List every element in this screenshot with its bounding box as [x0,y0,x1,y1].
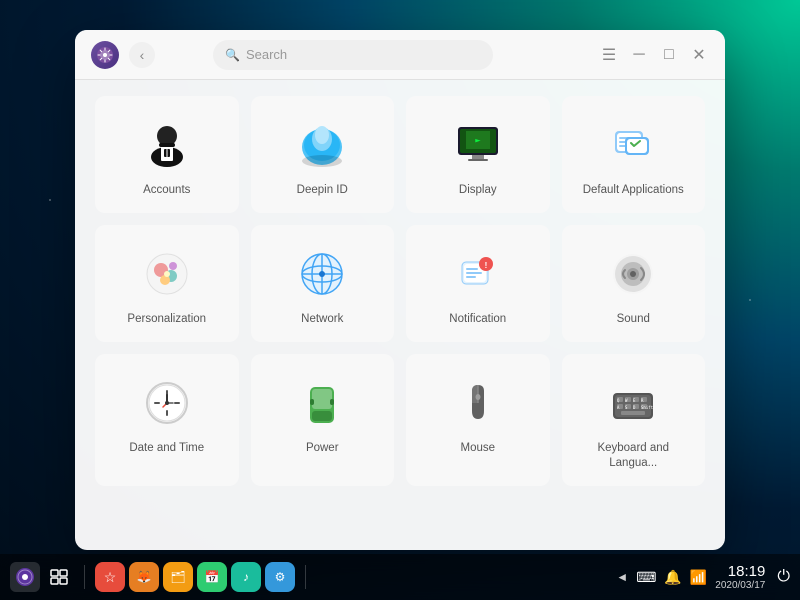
taskbar-app-4[interactable]: 📅 [197,562,227,592]
close-button[interactable]: ✕ [689,45,709,65]
network-label: Network [301,312,343,327]
svg-text:Shift: Shift [641,405,654,410]
taskbar-kbd-btn[interactable]: ⌨ [636,569,656,586]
mouse-label: Mouse [460,441,495,456]
power-btn[interactable]: ⏻ [777,568,790,586]
settings-item-deepin-id[interactable]: Deepin ID [251,96,395,213]
personalization-label: Personalization [127,312,206,327]
svg-text:!: ! [484,261,487,270]
default-apps-label: Default Applications [583,183,684,198]
settings-item-personalization[interactable]: Personalization [95,225,239,342]
date-time-label: Date and Time [129,441,204,456]
maximize-button[interactable]: □ [659,45,679,65]
system-clock: 18:19 2020/03/17 [715,563,765,591]
settings-window: ‹ 🔍 ☰ ─ □ ✕ [75,30,725,550]
date-time-icon [139,375,195,431]
menu-button[interactable]: ☰ [599,45,619,65]
taskbar-system-tray: ◄ ⌨ 🔔 📶 18:19 2020/03/17 ⏻ [616,563,790,591]
keyboard-icon: Q W E R A S D Shift [605,375,661,431]
back-button[interactable]: ‹ [129,42,155,68]
taskbar-network-btn[interactable]: 📶 [690,569,707,586]
settings-item-keyboard[interactable]: Q W E R A S D Shift Keyboard and Langua.… [562,354,706,486]
default-apps-icon [605,117,661,173]
settings-item-power[interactable]: Power [251,354,395,486]
taskbar-multitask[interactable] [44,562,74,592]
taskbar-app-1[interactable]: ☆ [95,562,125,592]
taskbar-notify-btn[interactable]: 🔔 [664,569,681,586]
settings-item-display[interactable]: ► Display [406,96,550,213]
taskbar-divider-1 [84,565,85,589]
deepin-id-icon [294,117,350,173]
titlebar: ‹ 🔍 ☰ ─ □ ✕ [75,30,725,80]
taskbar: ☆ 🦊 🗂 📅 ♪ ⚙ ◄ ⌨ 🔔 📶 18:19 2020/03/17 ⏻ [0,554,800,600]
network-icon [294,246,350,302]
personalization-icon [139,246,195,302]
settings-item-sound[interactable]: Sound [562,225,706,342]
notification-icon: ! [450,246,506,302]
taskbar-prev-btn[interactable]: ◄ [616,570,628,584]
taskbar-launcher[interactable] [10,562,40,592]
taskbar-app-3[interactable]: 🗂 [163,562,193,592]
settings-item-date-time[interactable]: Date and Time [95,354,239,486]
settings-item-network[interactable]: Network [251,225,395,342]
display-label: Display [459,183,497,198]
taskbar-apps: ☆ 🦊 🗂 📅 ♪ ⚙ [10,562,295,592]
clock-date: 2020/03/17 [715,580,765,591]
settings-item-notification[interactable]: ! Notification [406,225,550,342]
sound-icon [605,246,661,302]
deepin-id-label: Deepin ID [297,183,348,198]
minimize-button[interactable]: ─ [629,45,649,65]
mouse-icon [450,375,506,431]
taskbar-app-2[interactable]: 🦊 [129,562,159,592]
settings-content: Accounts Deepin ID [75,80,725,550]
app-icon [91,41,119,69]
search-input[interactable] [246,47,481,62]
settings-item-default-apps[interactable]: Default Applications [562,96,706,213]
taskbar-app-6[interactable]: ⚙ [265,562,295,592]
accounts-label: Accounts [143,183,190,198]
window-controls: ☰ ─ □ ✕ [599,45,709,65]
taskbar-app-5[interactable]: ♪ [231,562,261,592]
notification-label: Notification [449,312,506,327]
clock-time: 18:19 [715,563,765,580]
taskbar-divider-2 [305,565,306,589]
sound-label: Sound [617,312,650,327]
search-bar: 🔍 [213,40,493,70]
accounts-icon [139,117,195,173]
power-label: Power [306,441,339,456]
settings-item-mouse[interactable]: Mouse [406,354,550,486]
settings-grid: Accounts Deepin ID [95,96,705,486]
display-icon: ► [450,117,506,173]
settings-item-accounts[interactable]: Accounts [95,96,239,213]
keyboard-label: Keyboard and Langua... [573,441,695,471]
search-icon: 🔍 [225,48,240,62]
power-icon [294,375,350,431]
